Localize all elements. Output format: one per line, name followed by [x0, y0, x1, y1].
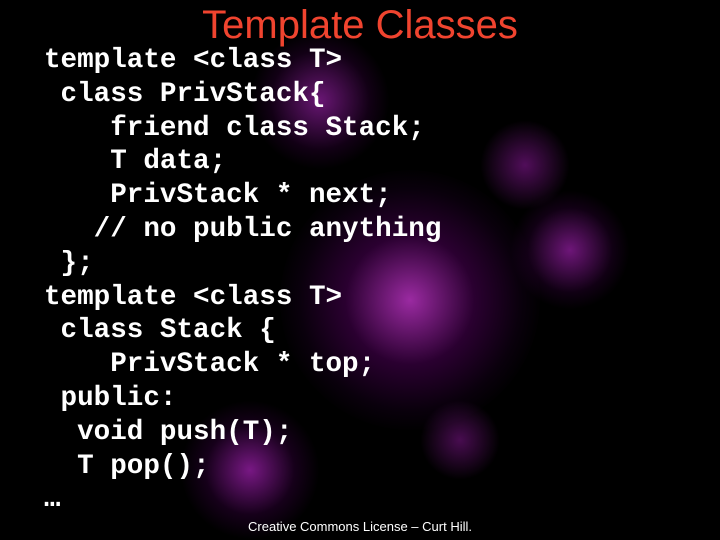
code-line: void push(T);: [44, 416, 293, 448]
code-line: T pop();: [44, 450, 210, 482]
slide-title: Template Classes: [202, 3, 518, 47]
footer-license: Creative Commons License – Curt Hill.: [248, 519, 472, 534]
spiral-decoration: [480, 120, 570, 210]
code-line: …: [44, 484, 61, 516]
code-line: template <class T>: [44, 45, 343, 76]
code-line: class PrivStack{: [44, 78, 326, 110]
code-line: };: [44, 247, 94, 279]
code-line: // no public anything: [44, 213, 442, 245]
code-line: PrivStack * top;: [44, 349, 376, 381]
code-line: PrivStack * next;: [44, 180, 392, 212]
code-block: template <class T> class PrivStack{ frie…: [0, 44, 441, 517]
code-line: public:: [44, 382, 177, 414]
code-line: T data;: [44, 146, 227, 178]
code-line: friend class Stack;: [44, 112, 425, 144]
code-line: class Stack {: [44, 315, 276, 347]
code-line: template <class T>: [44, 281, 343, 313]
